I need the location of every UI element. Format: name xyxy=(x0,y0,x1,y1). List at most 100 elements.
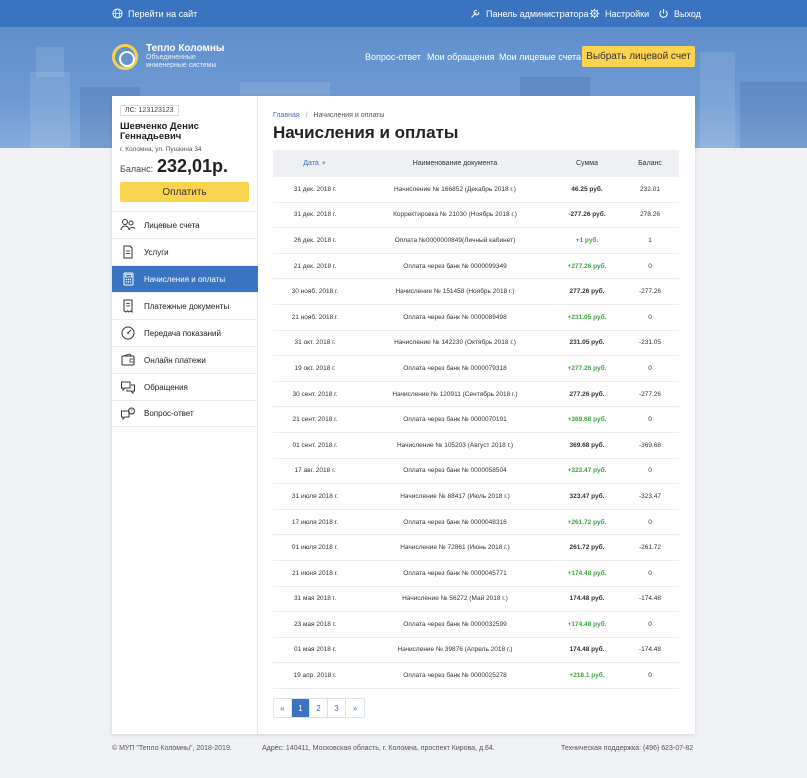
cell-document-name: Оплата №0000000849(Личный кабинет) xyxy=(394,236,516,244)
cell-document-name: Начисление № 72861 (Июнь 2018 г.) xyxy=(400,544,510,552)
cell-balance: -323.47 xyxy=(638,492,662,500)
header-sum: Сумма xyxy=(576,160,598,167)
breadcrumb-home[interactable]: Главная xyxy=(273,112,300,119)
sidebar-item-services[interactable]: Услуги xyxy=(112,238,258,265)
cell-balance: 0 xyxy=(648,313,652,321)
balance-label: Баланс: xyxy=(120,164,154,174)
header-date-label: Дата xyxy=(303,160,319,167)
cell-balance: 232.01 xyxy=(640,185,660,193)
cell-sum: +231.05 руб. xyxy=(567,313,607,321)
cell-date: 30 нояб. 2018 г. xyxy=(291,288,339,296)
sidebar-item-appeals[interactable]: Обращения xyxy=(112,373,258,400)
cell-sum: +218.1 руб. xyxy=(569,672,605,680)
cell-document-name: Оплата через банк № 0000099349 xyxy=(403,262,507,270)
table-row: 19 апр. 2018 г. Оплата через банк № 00000… xyxy=(273,663,679,689)
sidebar-item-payment-documents[interactable]: Платежные документы xyxy=(112,292,258,319)
cell-sum: 369.68 руб. xyxy=(569,441,605,449)
sidebar-item-faq[interactable]: ? Вопрос-ответ xyxy=(112,400,258,427)
sidebar-item-label: Онлайн платежи xyxy=(144,355,206,365)
nav-appeals[interactable]: Мои обращения xyxy=(427,52,494,62)
cell-sum: +174.48 руб. xyxy=(567,620,607,628)
table-row: 31 дек. 2018 г. Начисление № 166852 (Дека… xyxy=(273,177,679,203)
table-row: 17 авг. 2018 г. Оплата через банк № 00000… xyxy=(273,459,679,485)
cell-sum: +261.72 руб. xyxy=(567,518,607,526)
sidebar-item-label: Лицевые счета xyxy=(144,220,200,230)
cell-date: 31 дек. 2018 г. xyxy=(293,185,337,193)
header-balance: Баланс xyxy=(638,160,662,167)
cell-date: 01 июля 2018 г. xyxy=(291,544,339,552)
cell-balance: 278.26 xyxy=(640,211,660,219)
admin-panel-label: Панель администратора xyxy=(486,8,589,19)
table-row: 30 сент. 2018 г. Начисление № 120911 (Сен… xyxy=(273,382,679,408)
sidebar-menu: Лицевые счета Услуги Начисления и оплаты xyxy=(112,211,258,427)
nav-accounts[interactable]: Мои лицевые счета xyxy=(499,52,581,62)
cell-date: 23 мая 2018 г. xyxy=(293,620,337,628)
breadcrumb-current: Начисления и оплаты xyxy=(313,112,385,119)
cell-balance: 0 xyxy=(648,262,652,270)
sort-by-date-header[interactable]: Дата ▼ xyxy=(273,160,357,167)
cell-balance: -231.05 xyxy=(638,339,662,347)
cell-document-name: Оплата через банк № 0000070191 xyxy=(403,416,507,424)
cell-date: 21 сент. 2018 г. xyxy=(292,416,338,424)
cell-document-name: Начисление № 120911 (Сентябрь 2018 г.) xyxy=(392,390,518,398)
cell-sum: +369.68 руб. xyxy=(567,416,607,424)
cell-date: 31 мая 2018 г. xyxy=(293,595,337,603)
sidebar-item-label: Начисления и оплаты xyxy=(144,274,226,284)
gear-icon xyxy=(589,8,600,19)
balance-value: 232,01р. xyxy=(157,156,229,176)
table-row: 21 нояб. 2018 г. Оплата через банк № 0000… xyxy=(273,305,679,331)
sidebar-item-charges-payments[interactable]: Начисления и оплаты xyxy=(112,265,258,292)
logout-label: Выход xyxy=(674,8,701,19)
people-icon xyxy=(120,219,136,231)
cell-sum: +323.47 руб. xyxy=(567,467,607,475)
settings-link[interactable]: Настройки xyxy=(589,0,649,27)
cell-date: 21 нояб. 2018 г. xyxy=(291,313,339,321)
cell-sum: 174.48 руб. xyxy=(569,595,605,603)
sort-down-icon: ▼ xyxy=(320,161,327,167)
pagination-page-1[interactable]: 1 xyxy=(292,699,310,717)
settings-label: Настройки xyxy=(605,8,650,19)
cell-document-name: Оплата через банк № 0000045771 xyxy=(403,569,507,577)
table-row: 30 нояб. 2018 г. Начисление № 151458 (Ноя… xyxy=(273,279,679,305)
sidebar-item-online-payments[interactable]: Онлайн платежи xyxy=(112,346,258,373)
cell-balance: -277.26 xyxy=(638,390,662,398)
sidebar-item-accounts[interactable]: Лицевые счета xyxy=(112,211,258,238)
select-account-button[interactable]: Выбрать лицевой счет xyxy=(582,46,695,67)
sidebar-item-label: Платежные документы xyxy=(144,301,230,311)
footer-address: Адрес: 140411, Московская область, г. Ко… xyxy=(262,745,495,752)
pay-button[interactable]: Оплатить xyxy=(120,182,249,202)
cell-document-name: Оплата через банк № 0000048316 xyxy=(403,518,507,526)
cell-sum: +1 руб. xyxy=(575,236,599,244)
header-document-name: Наименование документа xyxy=(412,160,498,167)
footer-copyright: © МУП "Тепло Коломны", 2018-2019. xyxy=(112,745,232,752)
table-row: 31 мая 2018 г. Начисление № 56272 (Май 20… xyxy=(273,587,679,613)
logout-link[interactable]: Выход xyxy=(658,0,701,27)
wrench-icon xyxy=(471,9,480,18)
receipt-icon xyxy=(123,299,133,313)
charges-table: Дата ▼ Наименование документа Сумма Бала… xyxy=(273,150,679,689)
table-row: 21 июня 2018 г. Оплата через банк № 00000… xyxy=(273,561,679,587)
cell-sum: 323.47 руб. xyxy=(569,492,605,500)
nav-faq[interactable]: Вопрос-ответ xyxy=(365,52,421,62)
cell-sum: -277.26 руб. xyxy=(568,211,606,219)
pagination-next[interactable]: » xyxy=(346,699,364,717)
pagination-prev[interactable]: « xyxy=(274,699,292,717)
pagination-page-2[interactable]: 2 xyxy=(310,699,328,717)
cell-balance: 0 xyxy=(648,620,652,628)
cell-document-name: Начисление № 105203 (Август 2018 г.) xyxy=(396,441,514,449)
wallet-icon xyxy=(121,353,135,366)
sidebar-item-meter-readings[interactable]: Передача показаний xyxy=(112,319,258,346)
cell-document-name: Оплата через банк № 0000058504 xyxy=(403,467,507,475)
cell-balance: 0 xyxy=(648,467,652,475)
calculator-icon xyxy=(123,272,134,286)
pagination-page-3[interactable]: 3 xyxy=(328,699,346,717)
cell-balance: -277.26 xyxy=(638,288,662,296)
cell-document-name: Оплата через банк № 0000025278 xyxy=(403,672,507,680)
admin-panel-link[interactable]: Панель администратора xyxy=(470,0,589,27)
breadcrumb-separator: / xyxy=(305,112,308,119)
cell-date: 19 апр. 2018 г. xyxy=(293,672,337,680)
table-row: 31 дек. 2018 г. Корректировка № 21030 (Но… xyxy=(273,203,679,229)
table-row: 31 окт. 2018 г. Начисление № 142230 (Октя… xyxy=(273,331,679,357)
go-to-site-link[interactable]: Перейти на сайт xyxy=(112,0,197,27)
cell-document-name: Корректировка № 21030 (Ноябрь 2018 г.) xyxy=(393,211,517,219)
